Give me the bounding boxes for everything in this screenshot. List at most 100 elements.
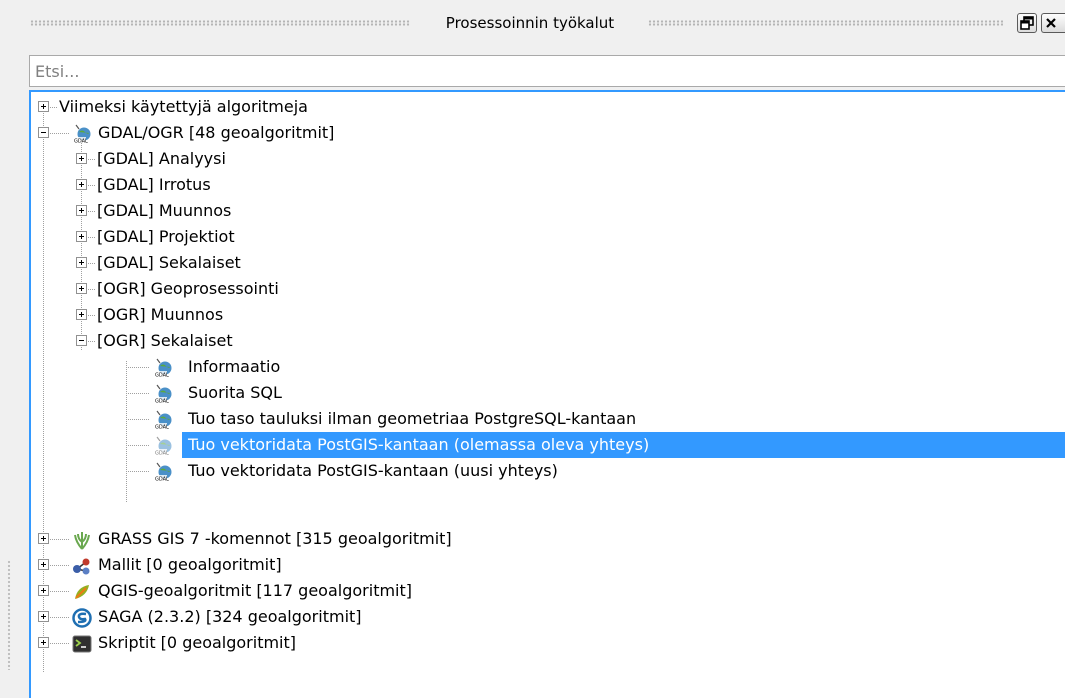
tree-item-label: Skriptit [0 geoalgoritmit] [98,633,297,652]
expand-icon[interactable] [76,309,87,320]
title-grip-left [30,20,410,26]
tree-item-label: [GDAL] Projektiot [97,227,235,246]
tree-connector [88,315,96,316]
tree-item-label: Informaatio [188,357,281,376]
dock-title: Prosessoinnin työkalut [445,14,615,32]
tree-item-ogr-muunnos[interactable]: [OGR] Muunnos [31,302,1065,328]
gdal-icon: GDAL [154,358,172,379]
tree-item-saga[interactable]: SAGA (2.3.2) [324 geoalgoritmit] [31,604,1065,630]
tree-connector [88,263,96,264]
svg-text:GDAL: GDAL [155,477,169,483]
expand-icon[interactable] [76,257,87,268]
close-button[interactable] [1041,13,1065,33]
tree-connector [126,367,150,368]
expand-icon[interactable] [38,533,49,544]
expand-icon[interactable] [76,231,87,242]
tree-item-mallit[interactable]: Mallit [0 geoalgoritmit] [31,552,1065,578]
tree-item-label: [OGR] Geoprosessointi [97,279,279,298]
tree-item-label: [OGR] Muunnos [97,305,224,324]
gdal-icon: GDAL [154,462,172,483]
gdal-icon: GDAL [154,410,172,431]
expand-icon[interactable] [38,585,49,596]
algorithm-informaatio[interactable]: GDAL Informaatio [31,354,1065,380]
expand-icon[interactable] [76,153,87,164]
tree-connector [50,133,70,134]
tree-item-gdal-ogr[interactable]: GDAL GDAL/OGR [48 geoalgoritmit] [31,120,1065,146]
expand-icon[interactable] [76,179,87,190]
dock-resize-grip[interactable] [7,560,11,670]
close-icon [1046,18,1056,28]
tree-item-label: Mallit [0 geoalgoritmit] [98,555,282,574]
tree-connector [50,643,70,644]
gdal-icon: GDAL [154,384,172,405]
tree-item-label: Suorita SQL [188,383,282,402]
svg-text:GDAL: GDAL [155,399,169,405]
float-button[interactable] [1017,13,1037,33]
tree-connector [50,617,70,618]
qgis-icon [75,585,89,599]
collapse-icon[interactable] [38,127,49,138]
gdal-icon: GDAL [154,436,172,457]
tree-item-label: Tuo vektoridata PostGIS-kantaan (uusi yh… [188,461,558,480]
expand-icon[interactable] [76,283,87,294]
gdal-icon: GDAL [73,124,91,145]
tree-item-label: [GDAL] Irrotus [97,175,211,194]
tree-connector [126,471,150,472]
algorithm-suorita-sql[interactable]: GDAL Suorita SQL [31,380,1065,406]
svg-text:GDAL: GDAL [74,139,88,145]
expand-icon[interactable] [38,637,49,648]
tree-item-label: QGIS-geoalgoritmit [117 geoalgoritmit] [98,581,413,600]
tree-connector [126,393,150,394]
tree-connector [50,591,70,592]
expand-icon[interactable] [38,611,49,622]
grass-icon [74,532,90,550]
tree-connector [50,107,58,108]
tree-connector [88,341,96,342]
tree-item-label: [GDAL] Muunnos [97,201,232,220]
dock-title-bar[interactable]: Prosessoinnin työkalut [0,0,1065,46]
models-icon [73,558,90,575]
tree-connector [126,445,150,446]
expand-icon[interactable] [38,559,49,570]
tree-item-gdal-irrotus[interactable]: [GDAL] Irrotus [31,172,1065,198]
tree-item-label: [GDAL] Analyysi [97,149,226,168]
tree-connector [88,211,96,212]
tree-item-ogr-sekalaiset[interactable]: [OGR] Sekalaiset [31,328,1065,354]
algorithm-tuo-taso-postgresql[interactable]: GDAL Tuo taso tauluksi ilman geometriaa … [31,406,1065,432]
tree-item-gdal-sekalaiset[interactable]: [GDAL] Sekalaiset [31,250,1065,276]
tree-item-qgis[interactable]: QGIS-geoalgoritmit [117 geoalgoritmit] [31,578,1065,604]
expand-icon[interactable] [38,101,49,112]
tree-item-label: [OGR] Sekalaiset [97,331,233,350]
tree-connector [88,289,96,290]
tree-item-label: [GDAL] Sekalaiset [97,253,241,272]
collapse-icon[interactable] [76,335,87,346]
tree-item-gdal-analyysi[interactable]: [GDAL] Analyysi [31,146,1065,172]
tree-connector [88,237,96,238]
algorithm-tree[interactable]: Viimeksi käytettyjä algoritmeja GDAL GDA… [29,90,1065,698]
algorithm-tuo-postgis-olemassa[interactable]: GDAL Tuo vektoridata PostGIS-kantaan (ol… [31,432,1065,458]
tree-item-label: GDAL/OGR [48 geoalgoritmit] [98,123,335,142]
saga-icon [72,608,92,628]
tree-item-skriptit[interactable]: Skriptit [0 geoalgoritmit] [31,630,1065,656]
tree-connector [88,159,96,160]
search-input[interactable] [29,55,1065,87]
tree-item-recent[interactable]: Viimeksi käytettyjä algoritmeja [31,94,1065,120]
tree-item-gdal-projektiot[interactable]: [GDAL] Projektiot [31,224,1065,250]
tree-connector [50,539,70,540]
tree-connector [50,565,70,566]
tree-item-label: SAGA (2.3.2) [324 geoalgoritmit] [98,607,362,626]
svg-text:GDAL: GDAL [155,425,169,431]
tree-item-ogr-geoprosessointi[interactable]: [OGR] Geoprosessointi [31,276,1065,302]
svg-text:GDAL: GDAL [155,373,169,379]
tree-item-gdal-muunnos[interactable]: [GDAL] Muunnos [31,198,1065,224]
script-icon [72,635,92,653]
expand-icon[interactable] [76,205,87,216]
algorithm-tuo-postgis-uusi[interactable]: GDAL Tuo vektoridata PostGIS-kantaan (uu… [31,458,1065,484]
tree-connector [88,185,96,186]
tree-item-label: Viimeksi käytettyjä algoritmeja [59,97,308,116]
tree-item-label: Tuo taso tauluksi ilman geometriaa Postg… [188,409,637,428]
svg-text:GDAL: GDAL [155,451,169,457]
tree-item-grass[interactable]: GRASS GIS 7 -komennot [315 geoalgoritmit… [31,526,1065,552]
float-icon [1020,16,1034,30]
tree-connector [126,419,150,420]
